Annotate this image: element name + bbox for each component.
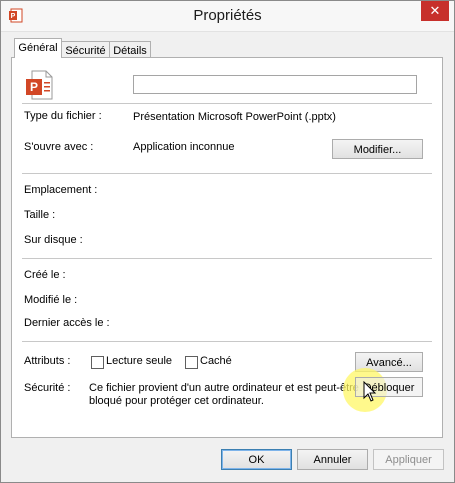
svg-text:P: P xyxy=(30,80,38,94)
cancel-button[interactable]: Annuler xyxy=(297,449,368,470)
opens-with-value: Application inconnue xyxy=(133,141,235,153)
size-label: Taille : xyxy=(24,209,56,221)
security-message-line2: bloqué pour protéger cet ordinateur. xyxy=(89,395,264,407)
security-message-line1: Ce fichier provient d'un autre ordinateu… xyxy=(89,382,359,394)
modified-label: Modifié le : xyxy=(24,294,78,306)
divider xyxy=(22,173,432,174)
readonly-label[interactable]: Lecture seule xyxy=(106,355,172,367)
close-icon: ✕ xyxy=(429,3,441,18)
file-name-input[interactable] xyxy=(133,75,417,94)
divider xyxy=(22,258,432,259)
readonly-checkbox[interactable] xyxy=(91,356,104,369)
window-title: Propriétés xyxy=(193,7,262,24)
title-bar[interactable]: P Propriétés ✕ xyxy=(1,1,454,32)
close-button[interactable]: ✕ xyxy=(421,1,449,21)
hidden-checkbox[interactable] xyxy=(185,356,198,369)
created-label: Créé le : xyxy=(24,269,66,281)
ok-button[interactable]: OK xyxy=(221,449,292,470)
file-type-label: Type du fichier : xyxy=(24,110,102,122)
location-label: Emplacement : xyxy=(24,184,98,196)
powerpoint-file-icon: P xyxy=(26,70,53,100)
properties-dialog: P Propriétés ✕ Général Sécurité Détails … xyxy=(0,0,455,483)
attributes-label: Attributs : xyxy=(24,355,71,367)
file-type-value: Présentation Microsoft PowerPoint (.pptx… xyxy=(133,111,336,123)
accessed-label: Dernier accès le : xyxy=(24,317,110,329)
hidden-label[interactable]: Caché xyxy=(200,355,232,367)
tab-general[interactable]: Général xyxy=(14,38,62,58)
change-button[interactable]: Modifier... xyxy=(332,139,423,159)
opens-with-label: S'ouvre avec : xyxy=(24,141,94,153)
divider xyxy=(22,103,432,104)
apply-button[interactable]: Appliquer xyxy=(373,449,444,470)
size-on-disk-label: Sur disque : xyxy=(24,234,83,246)
mouse-pointer-icon xyxy=(363,381,377,402)
security-label: Sécurité : xyxy=(24,382,71,394)
divider xyxy=(22,341,432,342)
